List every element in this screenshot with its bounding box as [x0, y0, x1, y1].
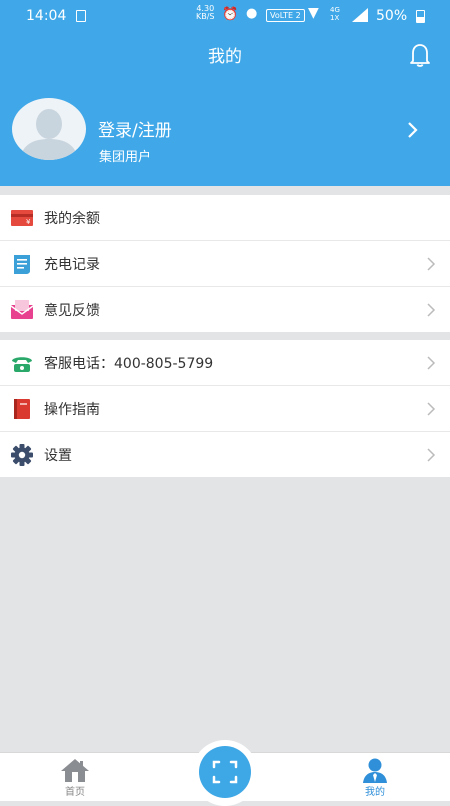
chevron-right-icon	[427, 257, 436, 271]
menu-item-customer-service-phone[interactable]: 客服电话：400-805-5799	[0, 340, 450, 386]
network-type: 4G 1X	[330, 6, 340, 22]
profile-card[interactable]: 登录/注册 集团用户	[0, 96, 450, 168]
menu-section-account: ¥ 我的余额 充电记录 意见反馈	[0, 195, 450, 332]
tab-home[interactable]: 首页	[35, 753, 115, 801]
page-title: 我的	[208, 47, 242, 67]
chevron-right-icon	[427, 402, 436, 416]
guide-book-icon	[14, 399, 30, 419]
avatar-placeholder-icon	[20, 109, 78, 160]
menu-section-service: 客服电话：400-805-5799 操作指南 设置	[0, 340, 450, 477]
login-register-link[interactable]: 登录/注册	[98, 116, 172, 141]
balance-wallet-icon: ¥	[11, 210, 33, 226]
chevron-right-icon[interactable]	[402, 120, 422, 140]
menu-item-label: 意见反馈	[44, 303, 100, 319]
status-bar: 14:04 4.30 KB/S ⏰ ● VoLTE 2 ▼ 4G 1X 50%	[0, 0, 450, 32]
menu-item-operation-guide[interactable]: 操作指南	[0, 386, 450, 432]
avatar[interactable]	[12, 98, 86, 160]
menu-item-label: 操作指南	[44, 402, 100, 418]
battery-percent: 50%	[376, 8, 408, 24]
menu-item-feedback[interactable]: 意见反馈	[0, 287, 450, 332]
status-time: 14:04	[26, 8, 67, 24]
chevron-right-icon	[427, 356, 436, 370]
menu-item-label: 客服电话：400-805-5799	[44, 356, 214, 372]
chevron-right-icon	[427, 303, 436, 317]
battery-icon	[416, 10, 425, 23]
volte-badge: VoLTE 2	[266, 9, 305, 22]
svg-text:¥: ¥	[26, 218, 31, 226]
menu-item-charge-record[interactable]: 充电记录	[0, 241, 450, 287]
tab-mine-label: 我的	[365, 787, 385, 798]
profile-header: 14:04 4.30 KB/S ⏰ ● VoLTE 2 ▼ 4G 1X 50% …	[0, 0, 450, 186]
menu-item-label: 我的余额	[44, 211, 100, 227]
chevron-right-icon	[427, 448, 436, 462]
phone-icon	[12, 357, 32, 372]
signal-icon	[352, 8, 368, 22]
network-speed: 4.30 KB/S	[196, 4, 215, 21]
wifi-icon: ▼	[308, 5, 319, 21]
menu-item-balance[interactable]: ¥ 我的余额	[0, 195, 450, 241]
tab-home-label: 首页	[65, 787, 85, 798]
scan-button[interactable]	[199, 746, 251, 798]
user-profile-icon	[363, 758, 387, 783]
user-type-label: 集团用户	[99, 150, 152, 165]
menu-item-label: 设置	[44, 448, 72, 464]
tab-mine[interactable]: 我的	[335, 753, 415, 801]
bell-icon[interactable]	[405, 42, 435, 68]
home-icon	[61, 759, 89, 782]
location-icon: ●	[246, 6, 258, 21]
menu-item-settings[interactable]: 设置	[0, 432, 450, 477]
charge-record-icon	[14, 255, 30, 274]
sim-icon	[76, 10, 86, 22]
gear-icon	[11, 444, 33, 466]
alarm-icon: ⏰	[222, 7, 239, 22]
scan-frame-icon	[212, 760, 238, 784]
feedback-envelope-icon	[10, 300, 34, 319]
menu-item-label: 充电记录	[44, 257, 100, 273]
